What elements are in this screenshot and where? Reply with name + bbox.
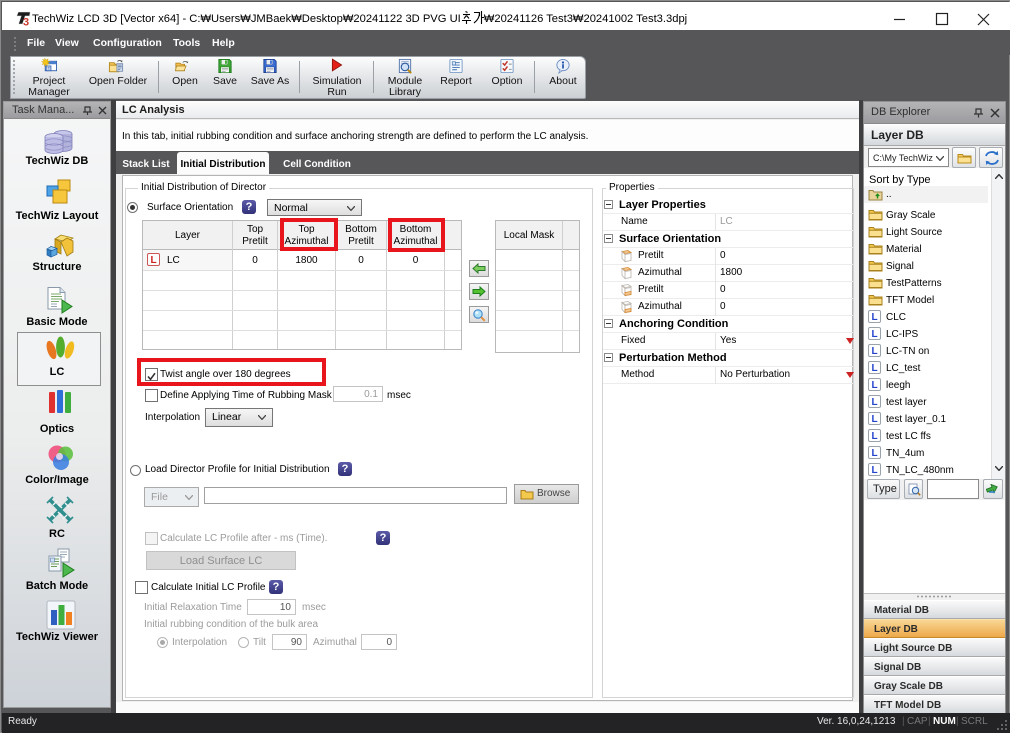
svg-text:3: 3 xyxy=(23,17,29,27)
